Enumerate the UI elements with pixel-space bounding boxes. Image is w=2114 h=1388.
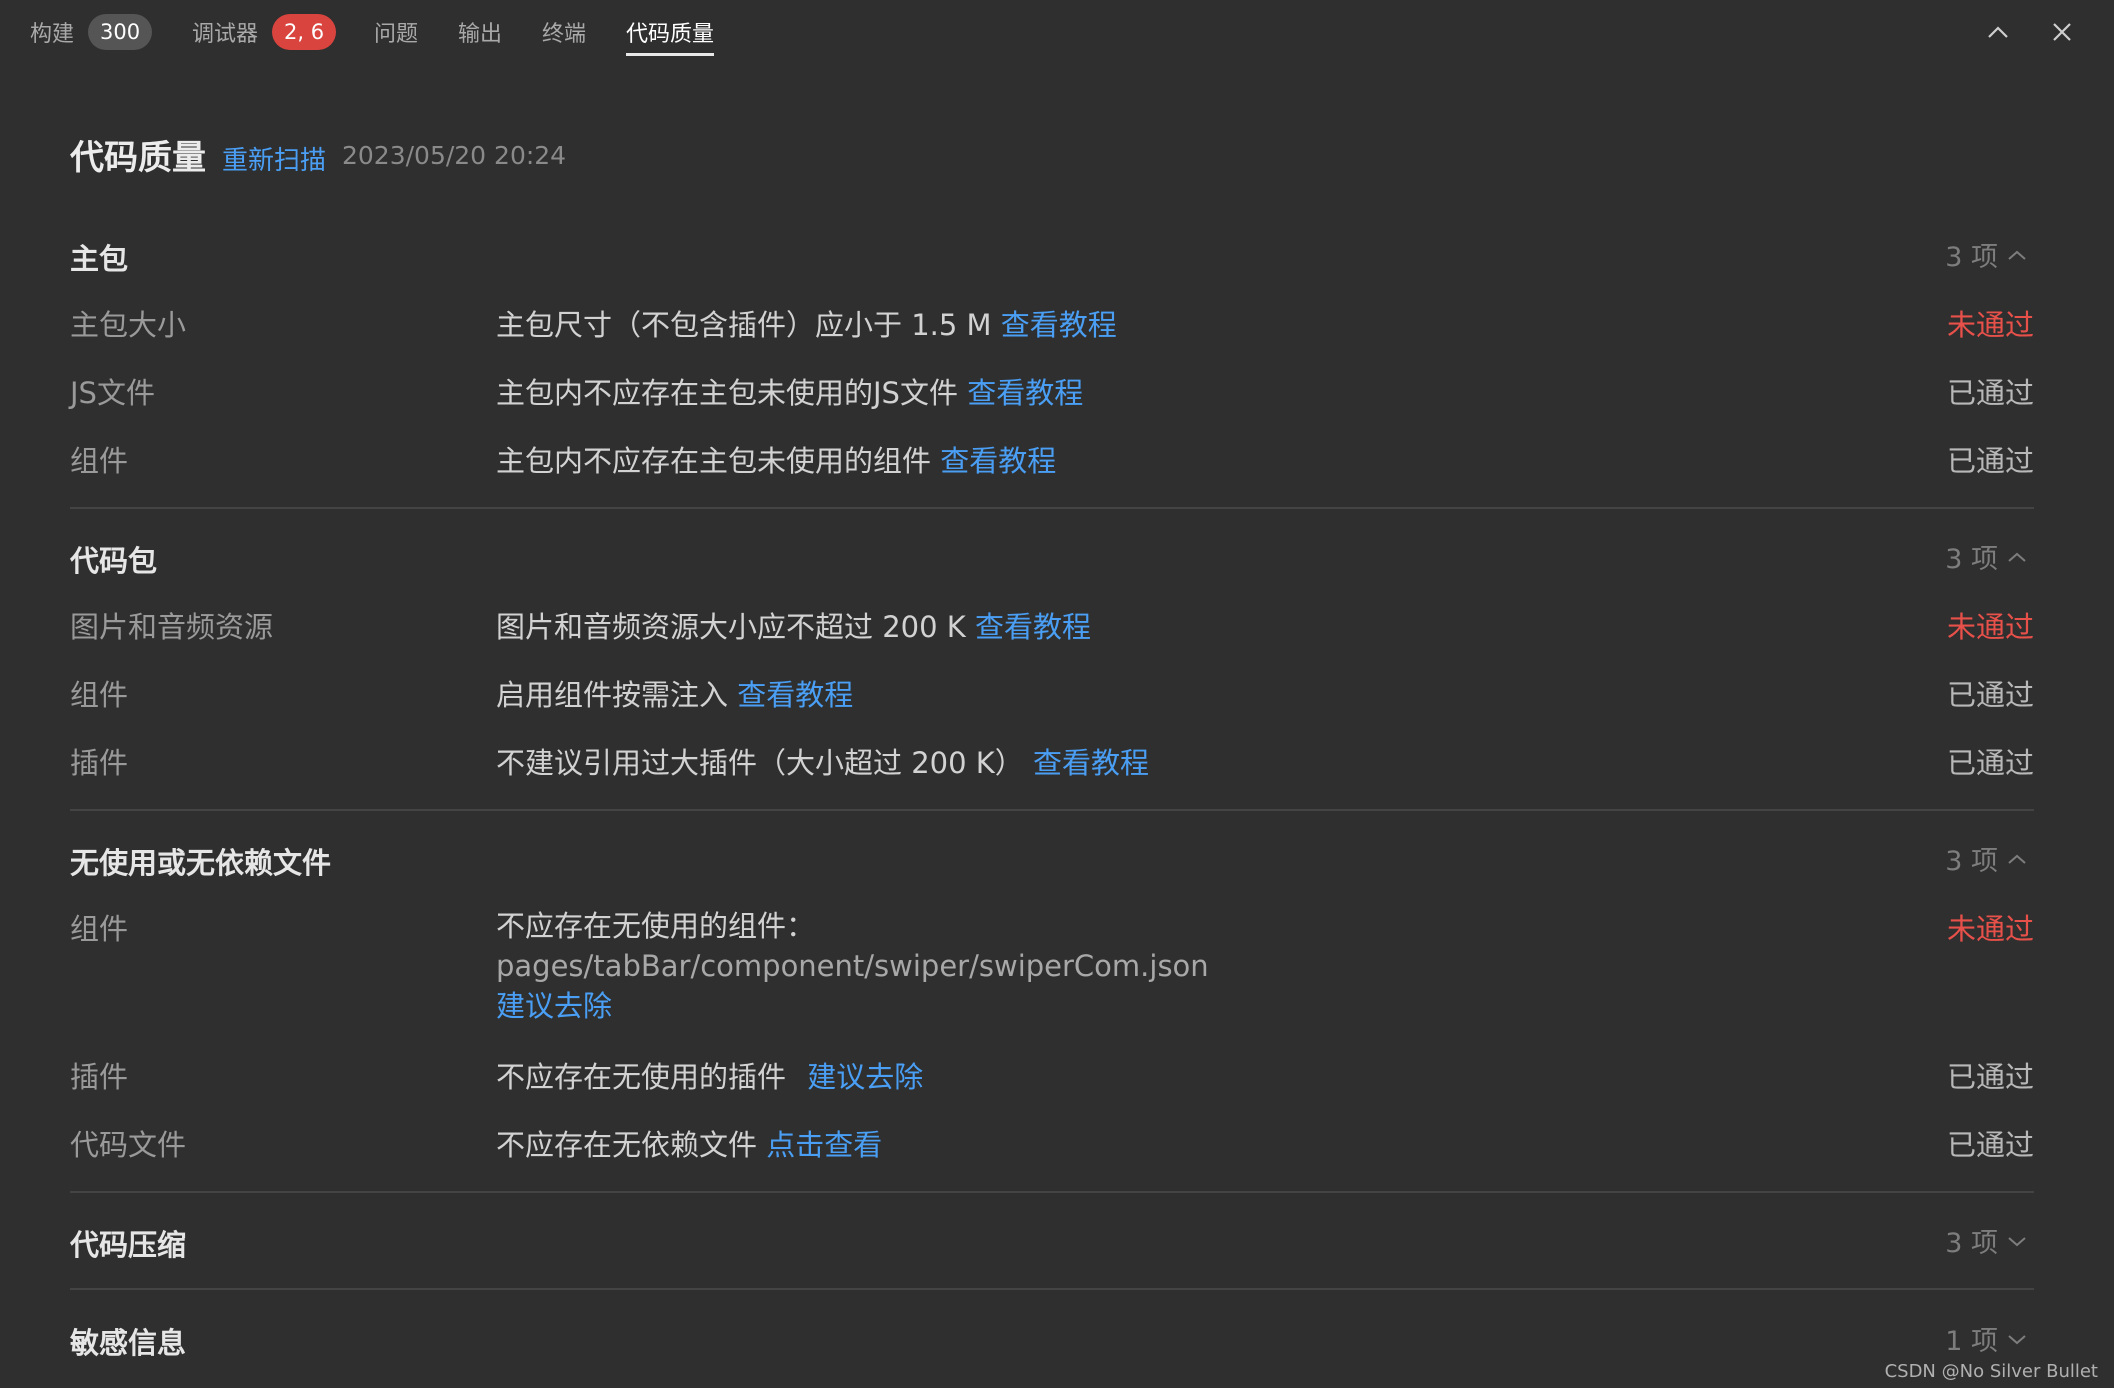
close-panel-button[interactable] xyxy=(2044,14,2080,50)
click-view-link[interactable]: 点击查看 xyxy=(766,1128,882,1162)
section-toggle-main-package[interactable]: 3 项 xyxy=(1945,235,2028,274)
section-divider xyxy=(70,1191,2034,1193)
row-label: 组件 xyxy=(70,912,129,946)
status-badge: 未通过 xyxy=(1946,610,2034,644)
chevron-down-icon xyxy=(2008,1236,2026,1246)
tab-debugger[interactable]: 调试器 2, 6 xyxy=(192,10,337,54)
row-description: 不建议引用过大插件（大小超过 200 K） 查看教程 xyxy=(496,740,1149,782)
tab-terminal[interactable]: 终端 xyxy=(542,10,586,54)
chevron-up-icon xyxy=(2008,854,2026,864)
row-label: 组件 xyxy=(70,678,129,712)
row-label: 组件 xyxy=(70,444,129,478)
tab-code-quality[interactable]: 代码质量 xyxy=(626,10,715,56)
status-badge: 已通过 xyxy=(1946,1060,2034,1094)
tab-output[interactable]: 输出 xyxy=(458,10,502,54)
view-tutorial-link[interactable]: 查看教程 xyxy=(975,610,1091,644)
section-divider xyxy=(70,809,2034,811)
section-title-code-compression: 代码压缩 xyxy=(70,1228,187,1262)
row-desc-text: 图片和音频资源大小应不超过 200 K xyxy=(496,610,966,644)
row-label: JS文件 xyxy=(70,376,155,410)
suggest-remove-link[interactable]: 建议去除 xyxy=(807,1060,923,1094)
status-badge: 未通过 xyxy=(1946,912,2034,946)
scan-timestamp: 2023/05/20 20:24 xyxy=(342,141,567,170)
row-label: 图片和音频资源 xyxy=(70,610,274,644)
tab-output-label: 输出 xyxy=(458,22,503,47)
row-description: 不应存在无依赖文件 点击查看 xyxy=(496,1122,882,1164)
page-title: 代码质量 xyxy=(70,138,206,178)
view-tutorial-link[interactable]: 查看教程 xyxy=(737,678,853,712)
row-description: 主包内不应存在主包未使用的JS文件 查看教程 xyxy=(496,370,1083,412)
section-count: 3 项 xyxy=(1945,846,1998,877)
row-description: 主包尺寸（不包含插件）应小于 1.5 M 查看教程 xyxy=(496,302,1117,344)
close-icon xyxy=(2053,23,2071,41)
section-toggle-unused-files[interactable]: 3 项 xyxy=(1945,839,2028,878)
row-description: 图片和音频资源大小应不超过 200 K 查看教程 xyxy=(496,604,1091,646)
row-description: 不应存在无使用的组件： pages/tabBar/component/swipe… xyxy=(496,906,1209,1026)
status-badge: 已通过 xyxy=(1946,1128,2034,1162)
build-count-badge: 300 xyxy=(88,14,153,50)
view-tutorial-link[interactable]: 查看教程 xyxy=(940,444,1056,478)
view-tutorial-link[interactable]: 查看教程 xyxy=(967,376,1083,410)
suggest-remove-link[interactable]: 建议去除 xyxy=(496,986,1209,1026)
collapse-panel-button[interactable] xyxy=(1980,14,2016,50)
view-tutorial-link[interactable]: 查看教程 xyxy=(1001,308,1117,342)
watermark: CSDN @No Silver Bullet xyxy=(1884,1361,2098,1382)
tab-problems-label: 问题 xyxy=(374,22,419,47)
status-badge: 已通过 xyxy=(1946,444,2034,478)
row-description: 启用组件按需注入 查看教程 xyxy=(496,672,853,714)
section-toggle-code-compression[interactable]: 3 项 xyxy=(1945,1221,2028,1260)
tab-code-quality-label: 代码质量 xyxy=(626,22,715,47)
row-desc-text: 主包内不应存在主包未使用的JS文件 xyxy=(496,376,958,410)
rescan-link[interactable]: 重新扫描 xyxy=(222,140,326,177)
panel-tab-bar: 构建 300 调试器 2, 6 问题 输出 终端 代码质量 xyxy=(0,0,2114,62)
status-badge: 未通过 xyxy=(1946,308,2034,342)
section-title-sensitive-info: 敏感信息 xyxy=(70,1326,187,1360)
section-title-main-package: 主包 xyxy=(70,242,129,276)
row-label: 插件 xyxy=(70,746,129,780)
status-badge: 已通过 xyxy=(1946,746,2034,780)
row-description: 主包内不应存在主包未使用的组件 查看教程 xyxy=(496,438,1056,480)
unused-file-path: pages/tabBar/component/swiper/swiperCom.… xyxy=(496,949,1209,983)
chevron-up-icon xyxy=(2008,250,2026,260)
row-desc-text: 不应存在无使用的插件 xyxy=(496,1060,787,1094)
section-count: 1 项 xyxy=(1945,1326,1998,1357)
row-label: 主包大小 xyxy=(70,308,187,342)
tab-build[interactable]: 构建 300 xyxy=(30,10,153,54)
chevron-down-icon xyxy=(2008,1334,2026,1344)
section-count: 3 项 xyxy=(1945,544,1998,575)
section-toggle-code-package[interactable]: 3 项 xyxy=(1945,537,2028,576)
chevron-up-icon xyxy=(2008,552,2026,562)
section-divider xyxy=(70,507,2034,509)
status-badge: 已通过 xyxy=(1946,678,2034,712)
row-desc-text: 主包尺寸（不包含插件）应小于 1.5 M xyxy=(496,308,992,342)
status-badge: 已通过 xyxy=(1946,376,2034,410)
section-count: 3 项 xyxy=(1945,1228,1998,1259)
tab-debugger-label: 调试器 xyxy=(192,22,259,47)
tab-build-label: 构建 xyxy=(30,22,75,47)
tab-problems[interactable]: 问题 xyxy=(374,10,418,54)
view-tutorial-link[interactable]: 查看教程 xyxy=(1033,746,1149,780)
row-label: 代码文件 xyxy=(70,1128,187,1162)
row-label: 插件 xyxy=(70,1060,129,1094)
debugger-count-badge: 2, 6 xyxy=(272,14,337,50)
chevron-up-icon xyxy=(1988,26,2008,38)
section-count: 3 项 xyxy=(1945,242,1998,273)
section-toggle-sensitive-info[interactable]: 1 项 xyxy=(1945,1319,2028,1358)
row-desc-text: 不建议引用过大插件（大小超过 200 K） xyxy=(496,746,1024,780)
tab-terminal-label: 终端 xyxy=(542,22,587,47)
row-description: 不应存在无使用的插件 建议去除 xyxy=(496,1054,923,1096)
row-desc-text: 不应存在无依赖文件 xyxy=(496,1128,758,1162)
row-desc-text: 主包内不应存在主包未使用的组件 xyxy=(496,444,932,478)
row-desc-text: 启用组件按需注入 xyxy=(496,678,729,712)
section-divider xyxy=(70,1288,2034,1290)
section-title-unused-files: 无使用或无依赖文件 xyxy=(70,846,332,880)
row-desc-text: 不应存在无使用的组件： xyxy=(496,909,816,943)
section-title-code-package: 代码包 xyxy=(70,544,158,578)
